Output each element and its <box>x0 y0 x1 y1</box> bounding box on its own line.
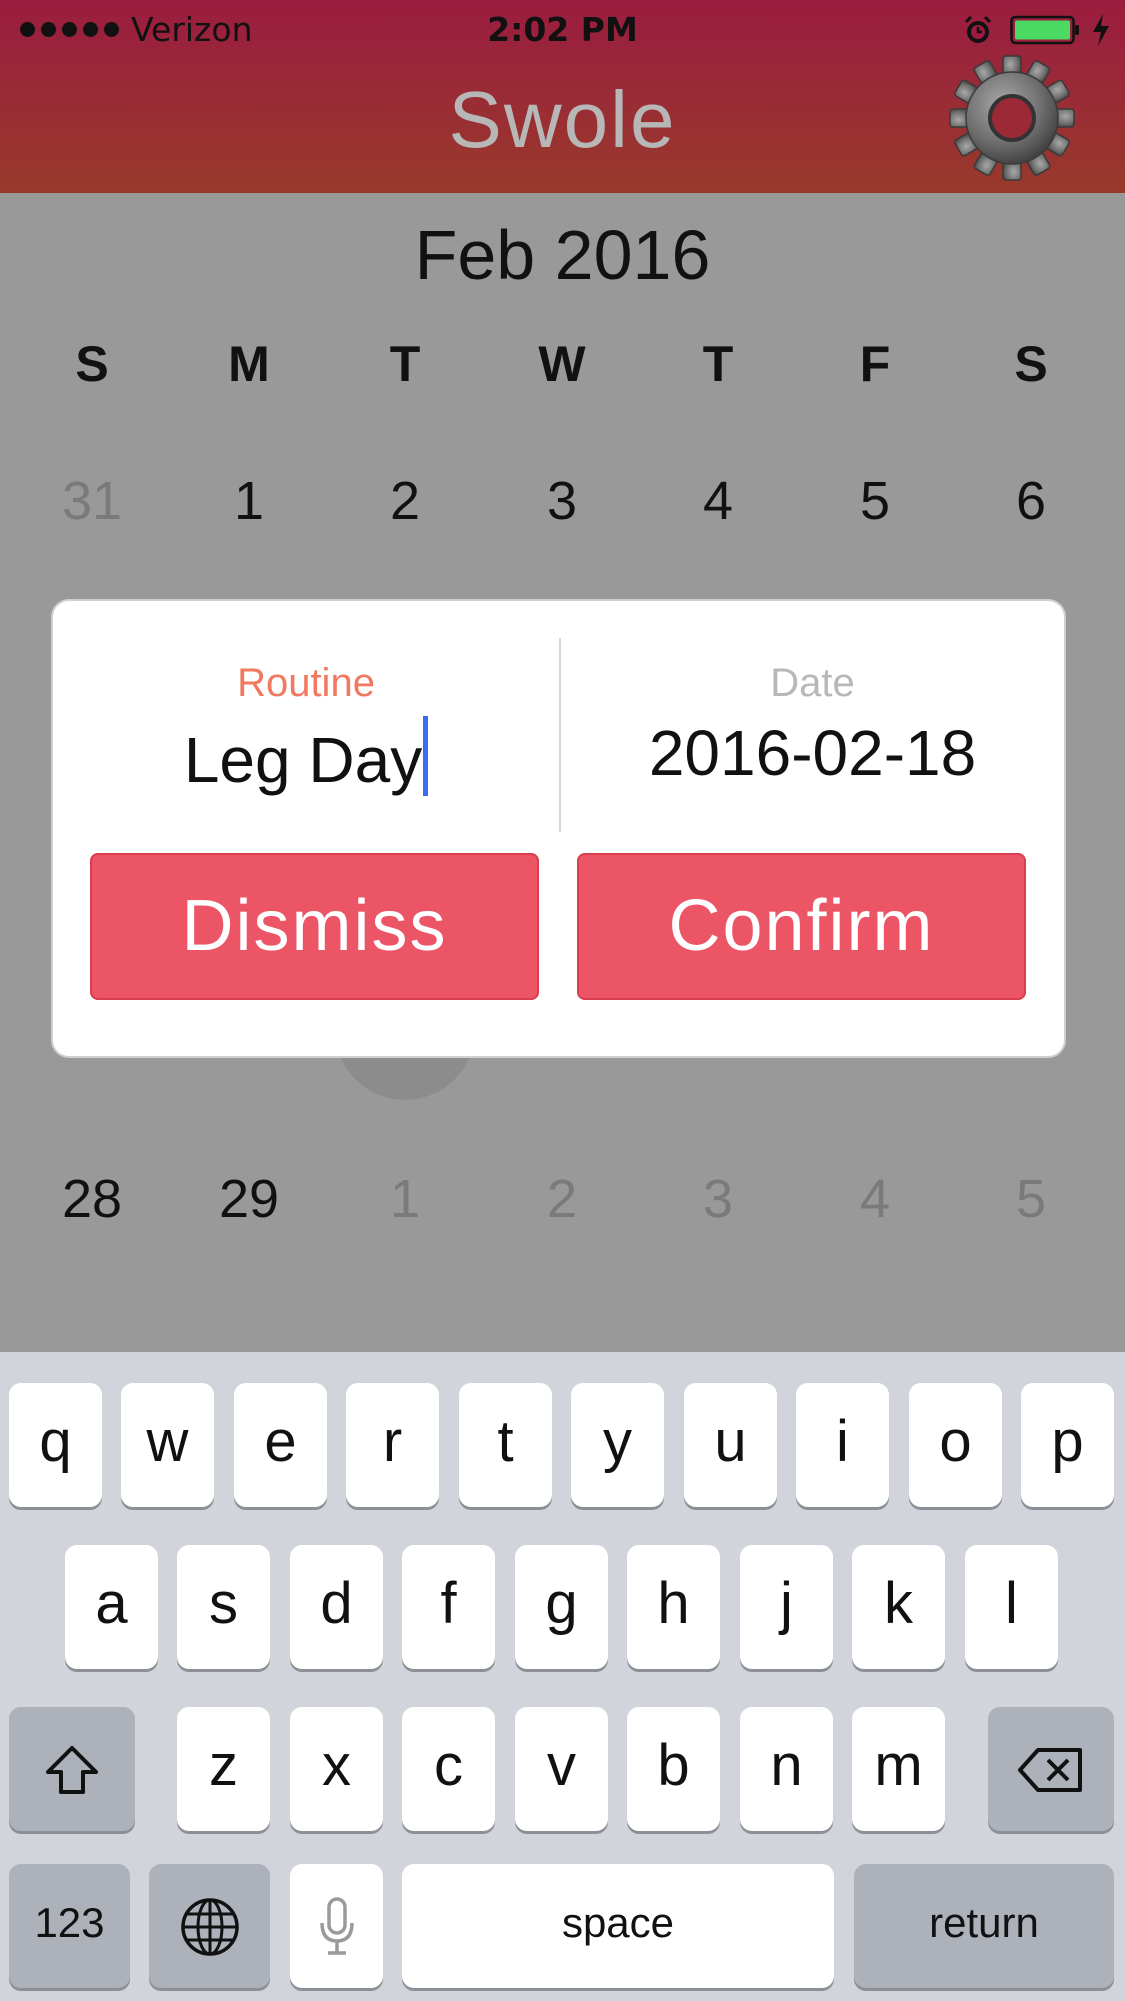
dictation-key[interactable] <box>290 1864 383 1988</box>
key-p[interactable]: p <box>1021 1383 1114 1507</box>
key-g[interactable]: g <box>515 1545 608 1669</box>
return-key[interactable]: return <box>854 1864 1114 1988</box>
key-v[interactable]: v <box>515 1707 608 1831</box>
routine-input-value: Leg Day <box>183 724 423 796</box>
calendar-day-cell[interactable]: 4 <box>668 470 768 532</box>
key-y[interactable]: y <box>571 1383 664 1507</box>
calendar-day-cell[interactable]: 4 <box>825 1168 925 1230</box>
calendar-day-cell[interactable]: 31 <box>42 470 142 532</box>
weekday-label: T <box>702 336 734 392</box>
key-l[interactable]: l <box>965 1545 1058 1669</box>
calendar-day-cell[interactable]: 2 <box>355 470 455 532</box>
calendar-month-title: Feb 2016 <box>414 216 711 294</box>
space-key[interactable]: space <box>402 1864 834 1988</box>
battery-icon <box>1010 15 1079 45</box>
microphone-icon <box>319 1896 354 1955</box>
charging-bolt-icon <box>1093 14 1109 46</box>
calendar-day-cell[interactable]: 3 <box>668 1168 768 1230</box>
key-z[interactable]: z <box>177 1707 270 1831</box>
key-m[interactable]: m <box>852 1707 945 1831</box>
calendar-day-cell[interactable]: 1 <box>199 470 299 532</box>
weekday-label: W <box>538 336 586 392</box>
calendar-day-cell[interactable]: 28 <box>42 1168 142 1230</box>
key-k[interactable]: k <box>852 1545 945 1669</box>
weekday-label: T <box>389 336 421 392</box>
key-n[interactable]: n <box>740 1707 833 1831</box>
key-r[interactable]: r <box>346 1383 439 1507</box>
add-routine-dialog: Routine Leg Day Date 2016-02-18 Dismiss … <box>53 601 1064 1056</box>
numbers-key[interactable]: 123 <box>9 1864 130 1988</box>
key-h[interactable]: h <box>627 1545 720 1669</box>
status-time: 2:02 PM <box>487 10 638 49</box>
key-i[interactable]: i <box>796 1383 889 1507</box>
key-b[interactable]: b <box>627 1707 720 1831</box>
weekday-label: F <box>859 336 891 392</box>
weekday-label: S <box>75 336 109 392</box>
globe-icon <box>180 1897 239 1956</box>
dismiss-button[interactable]: Dismiss <box>90 853 539 1000</box>
key-s[interactable]: s <box>177 1545 270 1669</box>
key-f[interactable]: f <box>402 1545 495 1669</box>
key-a[interactable]: a <box>65 1545 158 1669</box>
key-w[interactable]: w <box>121 1383 214 1507</box>
onscreen-keyboard: q w e r t y u i o p a s d f g h j k l z … <box>0 1352 1125 2001</box>
app-header: Verizon 2:02 PM Swole <box>0 0 1125 193</box>
key-o[interactable]: o <box>909 1383 1002 1507</box>
key-e[interactable]: e <box>234 1383 327 1507</box>
calendar-day-cell[interactable]: 5 <box>981 1168 1081 1230</box>
calendar-day-cell[interactable]: 2 <box>512 1168 612 1230</box>
calendar-day-cell[interactable]: 1 <box>355 1168 455 1230</box>
globe-key[interactable] <box>149 1864 270 1988</box>
key-t[interactable]: t <box>459 1383 552 1507</box>
date-input[interactable]: 2016-02-18 <box>561 716 1064 790</box>
delete-icon <box>1018 1747 1082 1792</box>
key-q[interactable]: q <box>9 1383 102 1507</box>
status-bar: Verizon 2:02 PM <box>0 0 1125 62</box>
routine-label: Routine <box>237 661 375 705</box>
routine-input[interactable]: Leg Day <box>53 716 559 797</box>
key-x[interactable]: x <box>290 1707 383 1831</box>
delete-key[interactable] <box>988 1707 1114 1831</box>
key-j[interactable]: j <box>740 1545 833 1669</box>
gear-icon[interactable] <box>948 54 1076 182</box>
key-u[interactable]: u <box>684 1383 777 1507</box>
confirm-button[interactable]: Confirm <box>577 853 1026 1000</box>
alarm-icon <box>964 15 992 43</box>
calendar-day-cell[interactable]: 3 <box>512 470 612 532</box>
calendar-day-cell[interactable]: 29 <box>199 1168 299 1230</box>
key-c[interactable]: c <box>402 1707 495 1831</box>
calendar-day-cell[interactable]: 5 <box>825 470 925 532</box>
key-d[interactable]: d <box>290 1545 383 1669</box>
text-cursor <box>423 716 429 796</box>
calendar-day-cell[interactable]: 6 <box>981 470 1081 532</box>
weekday-label: M <box>228 336 270 392</box>
shift-icon <box>46 1745 98 1794</box>
weekday-label: S <box>1014 336 1048 392</box>
shift-key[interactable] <box>9 1707 135 1831</box>
date-label: Date <box>770 661 855 705</box>
